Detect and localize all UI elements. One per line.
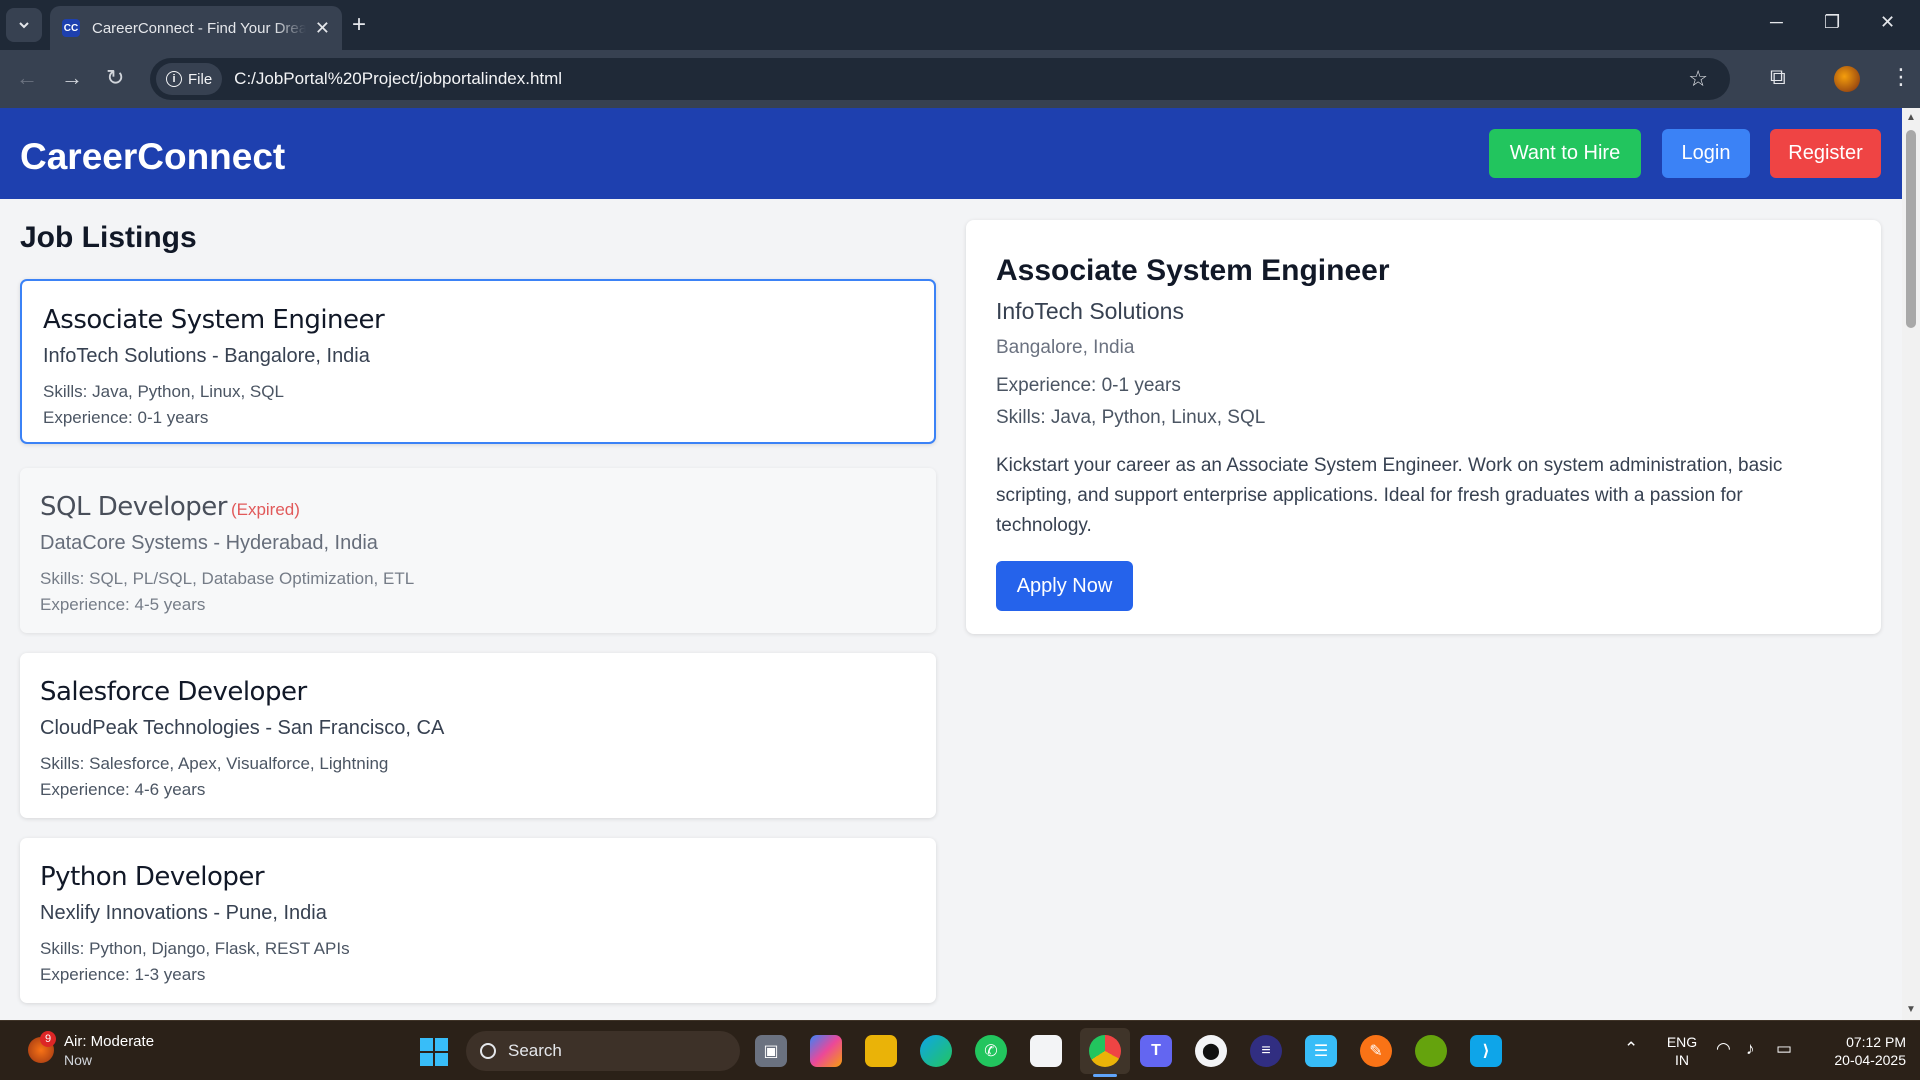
tab-favicon-icon: CC: [62, 19, 80, 37]
browser-toolbar: ← → ↻ i File C:/JobPortal%20Project/jobp…: [0, 50, 1920, 108]
tray-overflow-icon[interactable]: ⌃: [1624, 1039, 1638, 1059]
task-view-icon[interactable]: ▣: [755, 1035, 787, 1067]
chrome-icon[interactable]: [1089, 1035, 1121, 1067]
info-icon: i: [166, 71, 182, 87]
scroll-thumb[interactable]: [1906, 130, 1916, 328]
taskbar-search-label: Search: [508, 1041, 562, 1060]
weather-title: Air: Moderate: [64, 1033, 155, 1050]
job-experience: Experience: 4-5 years: [40, 595, 206, 614]
whatsapp-icon[interactable]: ✆: [975, 1035, 1007, 1067]
language-indicator[interactable]: ENG IN: [1664, 1033, 1700, 1069]
file-explorer-icon[interactable]: [865, 1035, 897, 1067]
browser-tabstrip: CC CareerConnect - Find Your Dream Job ✕…: [0, 0, 1920, 50]
clock-date: 20-04-2025: [1834, 1052, 1906, 1068]
job-skills: Skills: Python, Django, Flask, REST APIs: [40, 939, 350, 958]
site-logo[interactable]: CareerConnect: [20, 136, 285, 178]
edge-icon[interactable]: [920, 1035, 952, 1067]
address-bar[interactable]: i File C:/JobPortal%20Project/jobportali…: [150, 58, 1730, 100]
taskbar-search[interactable]: Search: [466, 1031, 740, 1071]
job-experience: Experience: 1-3 years: [40, 965, 206, 984]
job-experience: Experience: 0-1 years: [43, 408, 209, 427]
clock[interactable]: 07:12 PM 20-04-2025: [1810, 1033, 1906, 1069]
job-experience: Experience: 4-6 years: [40, 780, 206, 799]
volume-icon[interactable]: ♪: [1746, 1039, 1755, 1059]
site-info-label: File: [188, 70, 213, 88]
site-info-chip[interactable]: i File: [156, 63, 223, 95]
tab-close-icon[interactable]: ✕: [315, 18, 330, 39]
job-card[interactable]: Python Developer Nexlify Innovations - P…: [20, 838, 936, 1003]
job-skills: Skills: Salesforce, Apex, Visualforce, L…: [40, 754, 389, 773]
weather-widget[interactable]: Air: Moderate Now: [64, 1032, 154, 1070]
job-card-expired[interactable]: SQL Developer (Expired) DataCore Systems …: [20, 468, 936, 633]
detail-location: Bangalore, India: [996, 337, 1135, 358]
weather-badge: 9: [40, 1031, 56, 1047]
github-icon[interactable]: ⬤: [1195, 1035, 1227, 1067]
notepad-icon[interactable]: ☰: [1305, 1035, 1337, 1067]
store-icon[interactable]: [1030, 1035, 1062, 1067]
windows-taskbar: 9 Air: Moderate Now Search ▣ ✆ T ⬤ ≡ ☰ ✎…: [0, 1020, 1920, 1080]
job-title: Python Developer: [40, 862, 265, 892]
clock-time: 07:12 PM: [1846, 1034, 1906, 1050]
minimize-icon[interactable]: ─: [1770, 12, 1783, 33]
new-tab-button[interactable]: +: [352, 12, 366, 38]
site-header: CareerConnect Want to Hire Login Registe…: [0, 108, 1902, 199]
close-window-icon[interactable]: ✕: [1880, 12, 1895, 33]
tab-search-button[interactable]: [6, 8, 42, 42]
detail-title: Associate System Engineer: [996, 254, 1390, 287]
detail-skills: Skills: Java, Python, Linux, SQL: [996, 407, 1266, 428]
language-line2: IN: [1675, 1052, 1689, 1068]
browser-tab-active[interactable]: CC CareerConnect - Find Your Dream Job ✕: [50, 6, 342, 50]
vscode-icon[interactable]: ⟩: [1470, 1035, 1502, 1067]
reload-icon[interactable]: ↻: [106, 66, 124, 90]
copilot-icon[interactable]: [810, 1035, 842, 1067]
expired-badge: (Expired): [230, 500, 300, 519]
url-text[interactable]: C:/JobPortal%20Project/jobportalindex.ht…: [234, 69, 562, 89]
teams-icon[interactable]: T: [1140, 1035, 1172, 1067]
detail-description: Kickstart your career as an Associate Sy…: [996, 455, 1783, 536]
active-app-indicator: [1093, 1074, 1117, 1077]
weather-subtitle: Now: [64, 1052, 93, 1068]
job-title-text: SQL Developer: [40, 492, 227, 522]
wifi-icon[interactable]: ◠: [1716, 1039, 1731, 1059]
language-line1: ENG: [1666, 1034, 1698, 1050]
register-button[interactable]: Register: [1770, 129, 1881, 178]
profile-avatar[interactable]: [1834, 66, 1860, 92]
extensions-icon[interactable]: ⧉: [1770, 64, 1786, 90]
apply-now-button[interactable]: Apply Now: [996, 561, 1133, 611]
job-company-location: CloudPeak Technologies - San Francisco, …: [40, 717, 445, 739]
want-to-hire-button[interactable]: Want to Hire: [1489, 129, 1641, 178]
chevron-down-icon: [19, 22, 29, 29]
job-skills: Skills: Java, Python, Linux, SQL: [43, 382, 284, 401]
detail-company: InfoTech Solutions: [996, 298, 1184, 324]
restore-icon[interactable]: ❐: [1824, 12, 1840, 33]
spring-icon[interactable]: [1415, 1035, 1447, 1067]
tab-title: CareerConnect - Find Your Dream Job: [92, 19, 306, 37]
job-title: SQL Developer (Expired): [40, 492, 916, 522]
job-details-panel: Associate System Engineer InfoTech Solut…: [966, 220, 1881, 634]
job-title: Salesforce Developer: [40, 677, 307, 707]
listings-heading: Job Listings: [20, 221, 197, 254]
windows-start-icon[interactable]: [420, 1038, 448, 1066]
scroll-up-icon[interactable]: ▲: [1906, 112, 1916, 123]
battery-icon[interactable]: ▭: [1776, 1039, 1792, 1059]
postman-icon[interactable]: ✎: [1360, 1035, 1392, 1067]
scroll-down-icon[interactable]: ▼: [1906, 1004, 1916, 1015]
job-title: Associate System Engineer: [43, 305, 385, 335]
job-company-location: InfoTech Solutions - Bangalore, India: [43, 345, 370, 367]
job-card[interactable]: Associate System Engineer InfoTech Solut…: [20, 279, 936, 444]
search-icon: [480, 1043, 496, 1059]
job-company-location: DataCore Systems - Hyderabad, India: [40, 532, 378, 554]
eclipse-icon[interactable]: ≡: [1250, 1035, 1282, 1067]
job-skills: Skills: SQL, PL/SQL, Database Optimizati…: [40, 569, 415, 588]
login-button[interactable]: Login: [1662, 129, 1750, 178]
forward-icon[interactable]: →: [61, 66, 83, 90]
browser-menu-icon[interactable]: ⋮: [1890, 64, 1912, 90]
detail-experience: Experience: 0-1 years: [996, 375, 1181, 396]
job-card[interactable]: Salesforce Developer CloudPeak Technolog…: [20, 653, 936, 818]
bookmark-star-icon[interactable]: ☆: [1688, 66, 1708, 92]
page-scrollbar[interactable]: ▲ ▼: [1902, 108, 1920, 1020]
job-company-location: Nexlify Innovations - Pune, India: [40, 902, 327, 924]
back-icon[interactable]: ←: [16, 66, 38, 90]
